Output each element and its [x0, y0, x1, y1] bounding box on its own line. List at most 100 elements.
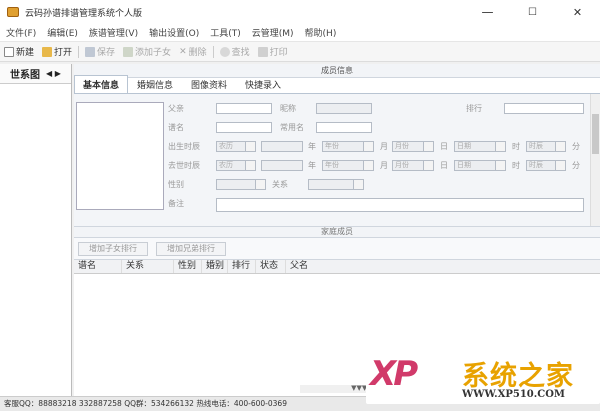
birth-day-select[interactable]: 日期: [454, 141, 506, 152]
window-title: 云码孙谱排谱管理系统个人版: [25, 8, 143, 19]
alias-label: 昵称: [280, 104, 296, 113]
menu-bar: 文件(F) 编辑(E) 族谱管理(V) 输出设置(O) 工具(T) 云管理(M)…: [0, 24, 600, 42]
minimize-button[interactable]: —: [465, 0, 510, 24]
menu-cloud[interactable]: 云管理(M): [252, 26, 294, 39]
birth-day-unit: 日: [440, 142, 448, 151]
menu-help[interactable]: 帮助(H): [305, 26, 337, 39]
tab-basic-info[interactable]: 基本信息: [74, 75, 129, 93]
family-members-title: 家庭成员: [74, 226, 600, 238]
open-label: 打开: [54, 48, 73, 58]
death-day-select[interactable]: 日期: [454, 160, 506, 171]
gender-select[interactable]: [216, 179, 266, 190]
birth-year-select[interactable]: 年份: [322, 141, 374, 152]
death-label: 去世时辰: [168, 161, 200, 170]
toolbar-separator: [212, 45, 214, 58]
tab-image-data[interactable]: 图像资料: [182, 75, 236, 93]
toolbar-separator: [78, 45, 80, 58]
death-minute-unit: 分: [572, 161, 580, 170]
birth-minute-unit: 分: [572, 142, 580, 151]
col-relation[interactable]: 关系: [122, 260, 174, 273]
open-button[interactable]: 打开: [42, 45, 72, 58]
common-name-input[interactable]: [316, 122, 372, 133]
menu-file[interactable]: 文件(F): [6, 26, 36, 39]
new-button[interactable]: 新建: [4, 45, 34, 58]
death-month-select[interactable]: 月份: [392, 160, 434, 171]
watermark-logo: XP 系统之家 WWW.XP510.COM: [366, 352, 600, 404]
surname-label: 父亲: [168, 104, 184, 113]
col-father[interactable]: 父名: [286, 260, 326, 273]
watermark-url: WWW.XP510.COM: [462, 389, 565, 400]
new-label: 新建: [16, 48, 35, 58]
close-button[interactable]: ✕: [555, 0, 600, 24]
lineage-tree-header: 世系图 ◀ ▶: [0, 64, 71, 84]
tab-marriage-info[interactable]: 婚姻信息: [128, 75, 182, 93]
watermark-xp: XP: [370, 354, 418, 394]
death-hour-unit: 时: [512, 161, 520, 170]
relation-label: 关系: [272, 180, 288, 189]
delete-icon: ✕: [179, 46, 187, 57]
panel-nav-arrows-icon[interactable]: ◀ ▶: [46, 69, 61, 78]
app-window: 云码孙谱排谱管理系统个人版 — ☐ ✕ 文件(F) 编辑(E) 族谱管理(V) …: [0, 0, 600, 411]
toolbar: 新建 打开 保存 添加子女 ✕ 删除 查找 打印: [0, 42, 600, 62]
lineage-tree-panel: 世系图 ◀ ▶: [0, 64, 72, 396]
surname-input[interactable]: [216, 103, 272, 114]
form-scrollbar-thumb[interactable]: [592, 114, 599, 154]
delete-button[interactable]: ✕ 删除: [179, 45, 207, 59]
new-file-icon: [4, 46, 14, 57]
member-info-panel: 成员信息 基本信息 婚姻信息 图像资料 快捷录入 父亲 昵称 排行 谱名 常用名…: [74, 64, 600, 411]
maximize-button[interactable]: ☐: [510, 0, 555, 24]
menu-edit[interactable]: 编辑(E): [47, 26, 78, 39]
alias-input[interactable]: [316, 103, 372, 114]
birth-hour-unit: 时: [512, 142, 520, 151]
menu-genealogy[interactable]: 族谱管理(V): [89, 26, 138, 39]
rank-label: 排行: [466, 104, 482, 113]
death-hour-select[interactable]: 时辰: [526, 160, 566, 171]
save-label: 保存: [97, 48, 116, 58]
col-gender[interactable]: 性别: [174, 260, 202, 273]
search-icon: [219, 46, 230, 57]
form-scrollbar[interactable]: [590, 94, 600, 226]
folder-icon: [42, 46, 53, 57]
lineage-tree-title: 世系图: [10, 70, 40, 81]
search-label: 查找: [231, 48, 250, 58]
add-child-label: 添加子女: [135, 48, 172, 58]
relation-select[interactable]: [308, 179, 364, 190]
search-button[interactable]: 查找: [219, 45, 250, 58]
print-icon: [257, 46, 268, 57]
basic-info-form: 父亲 昵称 排行 谱名 常用名 出生时辰 农历 年 年份 月 月份 日 日期 时…: [74, 94, 600, 226]
member-photo[interactable]: [76, 102, 164, 210]
birth-year-unit: 年: [308, 142, 316, 151]
death-year-select[interactable]: 年份: [322, 160, 374, 171]
tab-quick-entry[interactable]: 快捷录入: [236, 75, 290, 93]
rank-input[interactable]: [504, 103, 584, 114]
col-status[interactable]: 状态: [256, 260, 286, 273]
family-button-row: 增加子女排行 增加兄弟排行: [74, 238, 600, 260]
remark-label: 备注: [168, 199, 184, 208]
birth-year-input[interactable]: [261, 141, 303, 152]
member-tabs: 基本信息 婚姻信息 图像资料 快捷录入: [74, 75, 600, 94]
birth-calendar-select[interactable]: 农历: [216, 141, 256, 152]
print-button[interactable]: 打印: [257, 45, 288, 58]
death-day-unit: 日: [440, 161, 448, 170]
col-rank[interactable]: 排行: [228, 260, 256, 273]
name-input[interactable]: [216, 122, 272, 133]
col-marriage[interactable]: 婚别: [202, 260, 228, 273]
save-icon: [85, 46, 96, 57]
death-calendar-select[interactable]: 农历: [216, 160, 256, 171]
add-child-rank-button[interactable]: 增加子女排行: [78, 241, 148, 256]
remark-input[interactable]: [216, 198, 584, 212]
gender-label: 性别: [168, 180, 184, 189]
common-name-label: 常用名: [280, 123, 304, 132]
birth-label: 出生时辰: [168, 142, 200, 151]
menu-output[interactable]: 输出设置(O): [149, 26, 199, 39]
app-icon: [7, 7, 19, 17]
add-sibling-rank-button[interactable]: 增加兄弟排行: [156, 241, 226, 256]
birth-hour-select[interactable]: 时辰: [526, 141, 566, 152]
add-child-button[interactable]: 添加子女: [123, 45, 171, 58]
col-name[interactable]: 谱名: [74, 260, 122, 273]
watermark-name: 系统之家: [462, 361, 574, 392]
birth-month-select[interactable]: 月份: [392, 141, 434, 152]
save-button[interactable]: 保存: [85, 45, 115, 58]
death-year-input[interactable]: [261, 160, 303, 171]
menu-tools[interactable]: 工具(T): [210, 26, 241, 39]
